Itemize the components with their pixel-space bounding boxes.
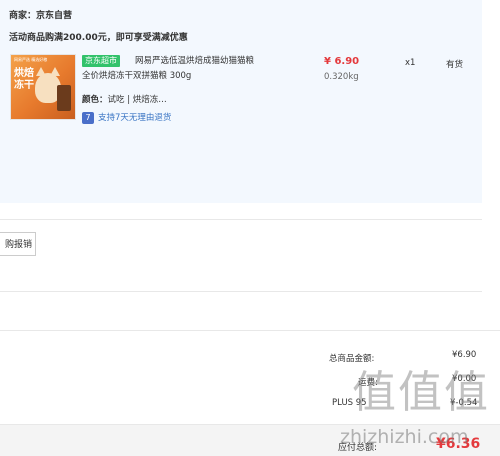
product-title-line2[interactable]: 全价烘焙冻干双拼猫粮 300g	[82, 70, 191, 82]
stock-status: 有货	[446, 60, 464, 70]
product-price: ¥ 6.90	[324, 56, 360, 67]
section-divider	[0, 330, 500, 331]
return-policy-text: 支持7天无理由退货	[98, 113, 172, 123]
section-divider	[0, 219, 482, 220]
return-policy-row[interactable]: 7 支持7天无理由退货	[82, 112, 171, 125]
cat-food-product-image[interactable]: 网易严选 精选好粮 烘焙冻干	[10, 54, 76, 120]
invoice-button[interactable]: 购报销	[0, 232, 36, 256]
attr-value: 试吃 | 烘焙冻…	[107, 95, 167, 105]
product-weight: 0.320kg	[324, 72, 359, 82]
watermark-url: zhizhizhi.com	[340, 426, 469, 448]
order-confirm-page: 商家：京东自营 活动商品购满200.00元，即可享受满减优惠 网易严选 精选好粮…	[0, 0, 500, 456]
product-quantity: x1	[405, 58, 416, 68]
goods-total-value: ¥6.90	[452, 350, 477, 360]
product-title-link[interactable]: 网易严选低温烘焙成猫幼猫猫粮	[135, 55, 254, 67]
return-policy-icon: 7	[82, 112, 94, 124]
product-image-brand-text: 网易严选 精选好粮	[14, 57, 48, 62]
jd-supermarket-badge: 京东超市	[82, 55, 120, 67]
goods-total-label: 总商品金额:	[329, 354, 375, 364]
food-bag-illustration	[57, 85, 71, 111]
promo-notice: 活动商品购满200.00元，即可享受满减优惠	[9, 33, 188, 43]
product-attribute-row: 颜色：试吃 | 烘焙冻…	[82, 93, 167, 105]
attr-label: 颜色：	[82, 95, 108, 105]
watermark-logo: 值值值	[352, 367, 490, 418]
merchant-label: 商家：京东自营	[9, 11, 73, 21]
section-divider	[0, 291, 482, 292]
